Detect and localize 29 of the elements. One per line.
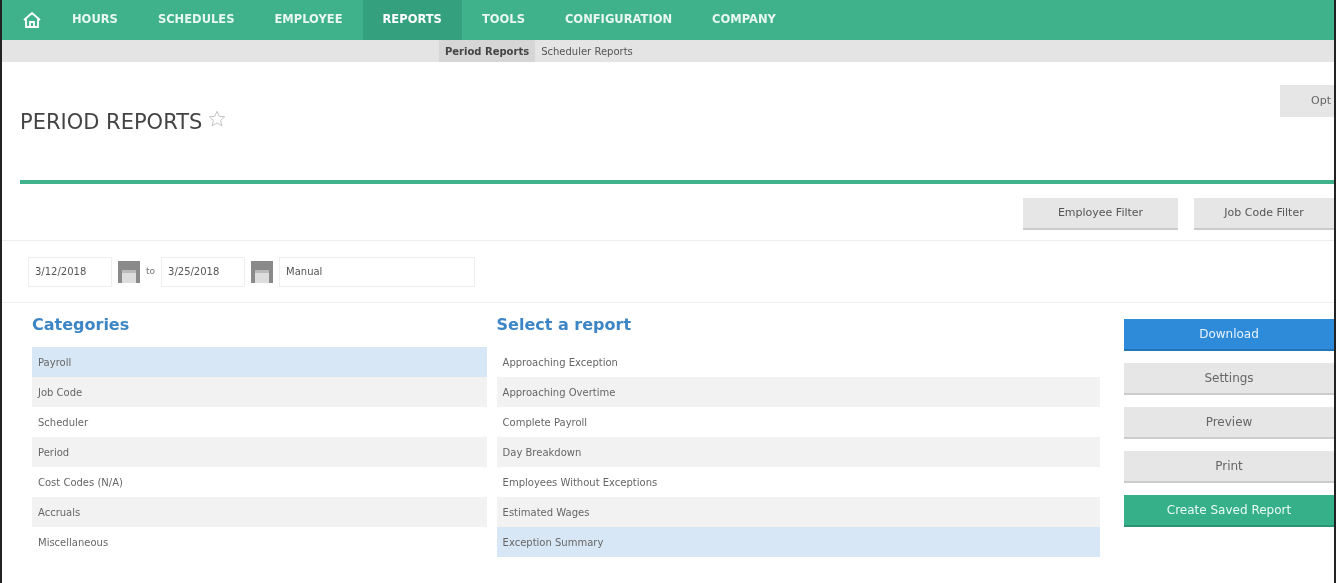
download-button[interactable]: Download [1124, 319, 1334, 351]
options-button[interactable]: Opt [1280, 85, 1334, 117]
section-heading: Categories [32, 315, 131, 336]
sub-nav-tab[interactable]: Scheduler Reports [535, 40, 639, 62]
calendar-icon[interactable] [251, 260, 274, 283]
home-icon[interactable] [22, 10, 42, 30]
period-dropdown[interactable]: Manual [279, 256, 476, 287]
date-field[interactable]: 3/12/2018 [28, 256, 112, 287]
calendar-icon[interactable] [118, 260, 140, 283]
list-item[interactable]: Exception Summary [496, 527, 1100, 557]
action-button[interactable]: Print [1124, 451, 1334, 483]
list-item[interactable]: Estimated Wages [496, 497, 1100, 527]
nav-tab[interactable]: REPORTS [362, 0, 462, 40]
section-heading: Select a report [496, 315, 633, 336]
filter-button[interactable]: Employee Filter [1023, 198, 1178, 230]
page-title: PERIOD REPORTS [20, 110, 203, 136]
sub-nav-tab[interactable]: Period Reports [439, 40, 536, 62]
list-item[interactable]: Day Breakdown [496, 437, 1100, 467]
action-button[interactable]: Settings [1124, 363, 1334, 395]
list-item[interactable]: Approaching Overtime [496, 377, 1100, 407]
range-separator: to [146, 264, 156, 278]
date-field[interactable]: 3/25/2018 [161, 256, 246, 287]
list-item[interactable]: Job Code [32, 377, 487, 407]
favorite-star-icon[interactable] [208, 110, 227, 128]
list-item[interactable]: Period [32, 437, 487, 467]
filter-button[interactable]: Job Code Filter [1194, 198, 1334, 230]
list-item[interactable]: Payroll [32, 347, 487, 377]
list-item[interactable]: Accruals [32, 497, 487, 527]
action-button[interactable]: Preview [1124, 407, 1334, 439]
